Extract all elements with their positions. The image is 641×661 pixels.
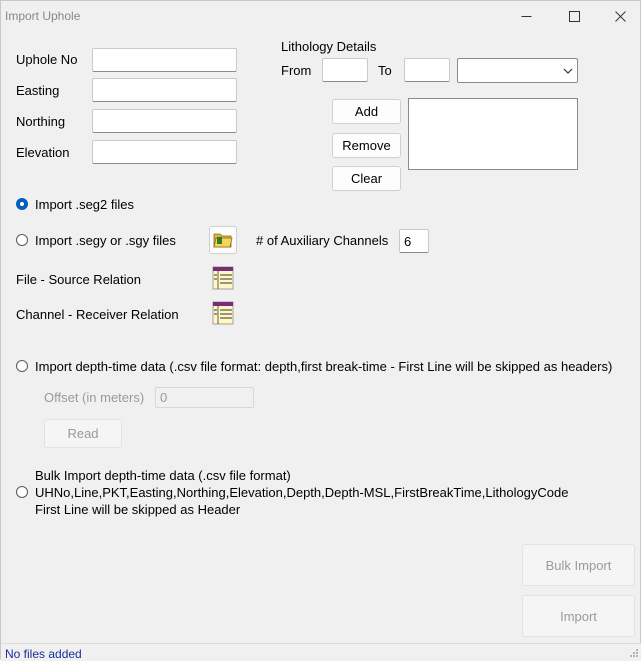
easting-label: Easting xyxy=(16,83,60,98)
window-title: Import Uphole xyxy=(5,9,81,23)
offset-input[interactable] xyxy=(156,388,253,407)
uphole-no-label: Uphole No xyxy=(16,52,78,67)
aux-channels-label: # of Auxiliary Channels xyxy=(256,233,389,248)
channel-receiver-relation-label: Channel - Receiver Relation xyxy=(16,307,179,322)
elevation-field[interactable] xyxy=(92,140,237,164)
lithology-code-dropdown[interactable] xyxy=(457,58,578,83)
from-input[interactable] xyxy=(323,59,367,81)
elevation-input[interactable] xyxy=(93,141,236,163)
northing-label: Northing xyxy=(16,114,66,129)
easting-input[interactable] xyxy=(93,79,236,101)
remove-button[interactable]: Remove xyxy=(332,133,401,158)
uphole-no-input[interactable] xyxy=(93,49,236,71)
segy-radio[interactable] xyxy=(16,234,28,246)
seg2-label: Import .seg2 files xyxy=(35,197,134,212)
file-source-relation-button[interactable] xyxy=(211,266,235,290)
import-uphole-window: Import Uphole Uphole No Easting Northing… xyxy=(0,0,641,661)
uphole-no-field[interactable] xyxy=(92,48,237,72)
lithology-heading: Lithology Details xyxy=(281,39,377,54)
clear-button[interactable]: Clear xyxy=(332,166,401,191)
segy-label: Import .segy or .sgy files xyxy=(35,233,176,248)
chevron-down-icon xyxy=(563,68,573,74)
bulk-import-radio[interactable] xyxy=(16,486,28,498)
table-list-icon xyxy=(212,266,234,290)
offset-label: Offset (in meters) xyxy=(44,390,145,405)
close-button[interactable] xyxy=(597,1,641,31)
maximize-button[interactable] xyxy=(551,1,597,31)
minimize-icon xyxy=(521,15,531,17)
maximize-icon xyxy=(568,10,580,22)
from-field[interactable] xyxy=(322,58,368,82)
depth-time-radio[interactable] xyxy=(16,360,28,372)
title-bar: Import Uphole xyxy=(1,1,641,31)
minimize-button[interactable] xyxy=(503,1,549,31)
bulk-import-heading: Bulk Import depth-time data (.csv file f… xyxy=(35,468,291,483)
channel-receiver-relation-button[interactable] xyxy=(211,301,235,325)
resize-grip-icon[interactable] xyxy=(629,648,639,658)
aux-channels-input[interactable] xyxy=(400,230,428,252)
to-label: To xyxy=(378,63,392,78)
to-field[interactable] xyxy=(404,58,450,82)
aux-channels-field[interactable] xyxy=(399,229,429,253)
read-button[interactable]: Read xyxy=(44,419,122,448)
to-input[interactable] xyxy=(405,59,449,81)
elevation-label: Elevation xyxy=(16,145,70,160)
bulk-import-header-note: First Line will be skipped as Header xyxy=(35,502,241,517)
browse-folder-button[interactable] xyxy=(209,226,237,254)
seg2-radio[interactable] xyxy=(16,198,28,210)
northing-input[interactable] xyxy=(93,110,236,132)
from-label: From xyxy=(281,63,312,78)
import-button[interactable]: Import xyxy=(522,595,635,637)
status-bar: No files added xyxy=(1,643,641,661)
add-button[interactable]: Add xyxy=(332,99,401,124)
lithology-list[interactable] xyxy=(408,98,578,170)
file-source-relation-label: File - Source Relation xyxy=(16,272,141,287)
close-icon xyxy=(614,10,626,22)
bulk-import-button[interactable]: Bulk Import xyxy=(522,544,635,586)
bulk-import-format: UHNo,Line,PKT,Easting,Northing,Elevation… xyxy=(35,485,569,500)
table-list-icon xyxy=(212,301,234,325)
depth-time-label: Import depth-time data (.csv file format… xyxy=(35,359,613,374)
northing-field[interactable] xyxy=(92,109,237,133)
offset-field[interactable] xyxy=(155,387,254,408)
folder-open-icon xyxy=(213,233,233,248)
easting-field[interactable] xyxy=(92,78,237,102)
